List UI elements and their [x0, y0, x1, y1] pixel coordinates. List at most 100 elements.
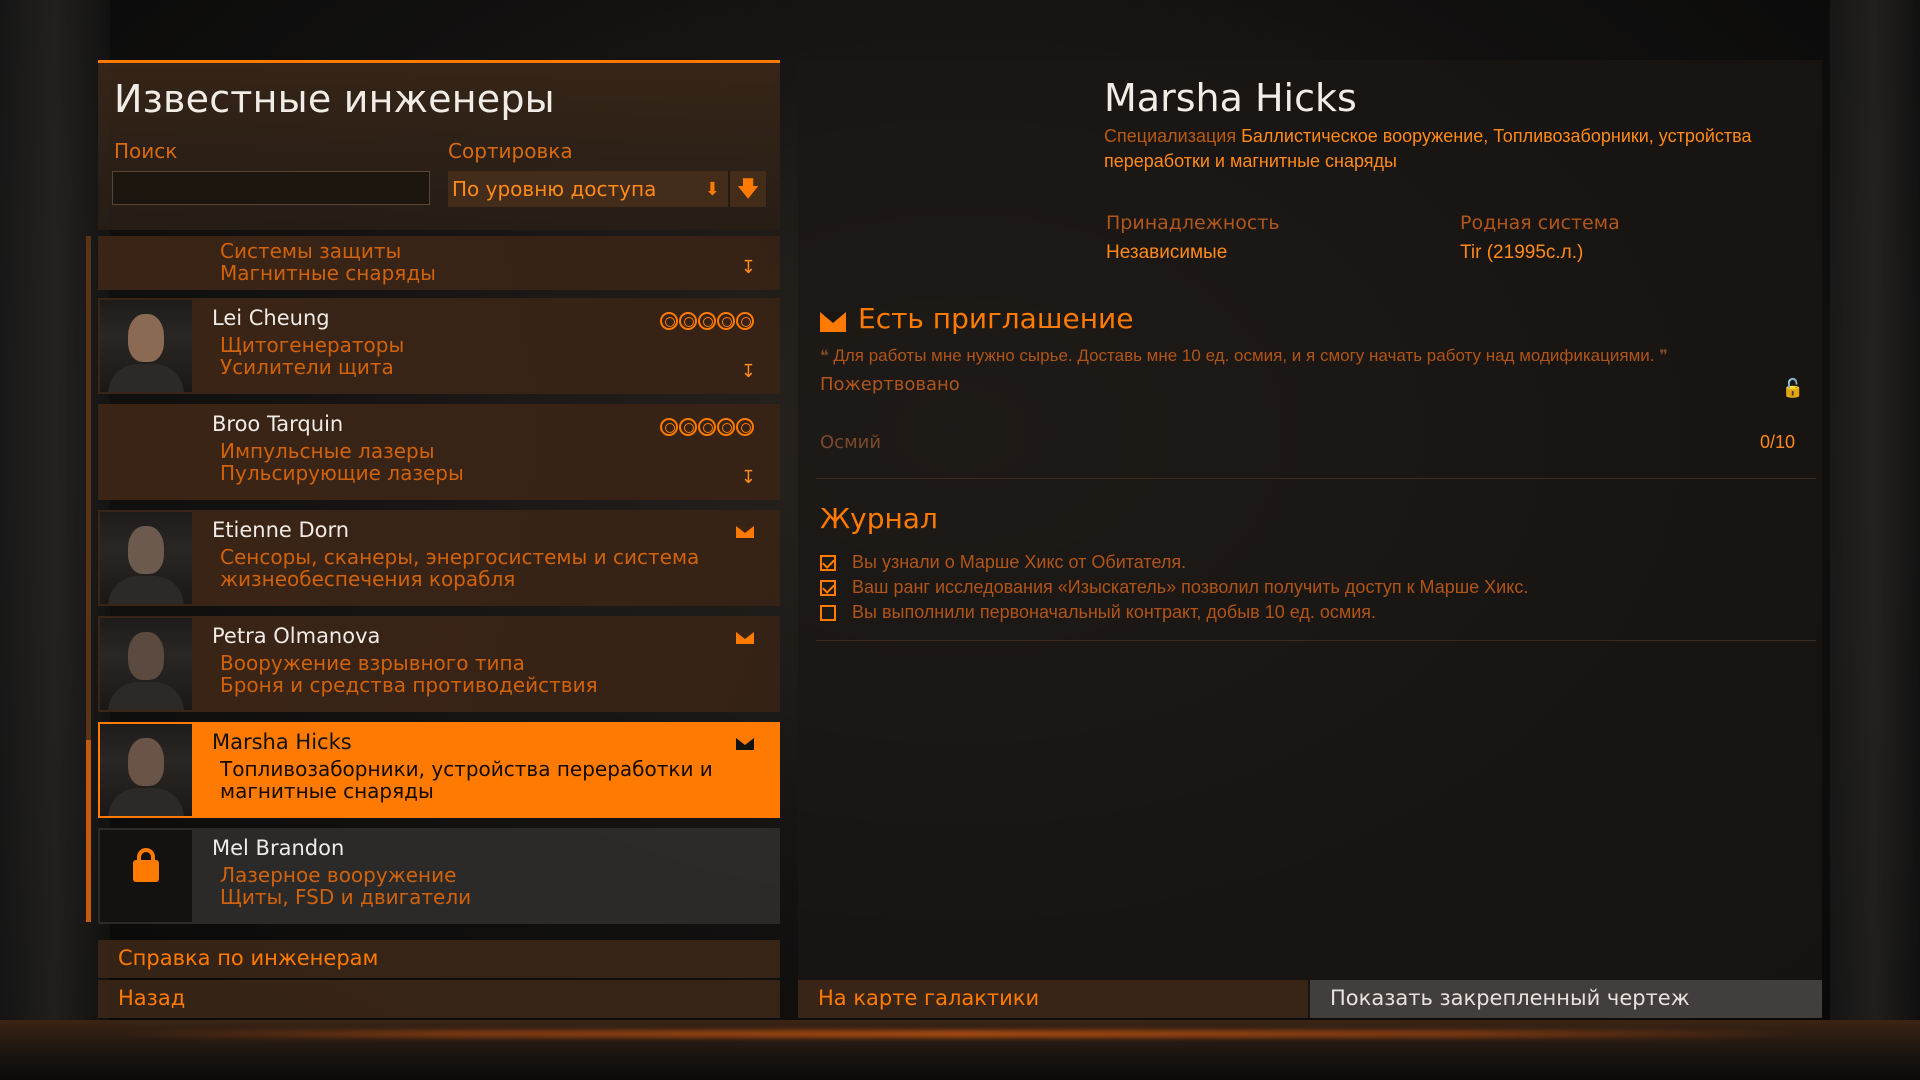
engineer-name: Marsha Hicks [1104, 76, 1357, 120]
rank-icon [679, 418, 697, 436]
portrait-shoulders [108, 788, 184, 816]
journal-title: Журнал [820, 502, 938, 535]
engineer-portrait [100, 618, 192, 710]
rank-icon [679, 312, 697, 330]
engineer-name: Marsha Hicks [212, 730, 352, 754]
sort-arrow-icon: 🡇 [736, 176, 760, 201]
affiliation-label: Принадлежность [1106, 212, 1280, 234]
mail-icon [736, 632, 754, 644]
material-name: Осмий [820, 432, 882, 453]
portrait-face [128, 526, 164, 574]
unlock-icon: 🔓 [1781, 378, 1804, 398]
mail-icon [736, 526, 754, 538]
journal-entry-text: Вы узнали о Марше Хикс от Обитателя. [852, 552, 1187, 572]
portrait-face [128, 314, 164, 362]
checkbox-icon [820, 604, 836, 621]
quote-open-icon: ❝ [820, 348, 829, 365]
engineer-name: Broo Tarquin [212, 412, 344, 436]
rank-icon [736, 312, 754, 330]
engineer-name: Mel Brandon [212, 836, 345, 860]
rank-icon [736, 418, 754, 436]
engineer-row[interactable]: Broo Tarquin Импульсные лазеры Пульсирующи… [98, 404, 780, 500]
engineer-portrait [100, 724, 192, 816]
affiliation-value: Независимые [1106, 242, 1228, 263]
engineer-specialty: жизнеобеспечения корабля [220, 567, 516, 591]
rank-icon [698, 418, 716, 436]
engineer-row[interactable]: Mel Brandon Лазерное вооружение Щиты, FSD … [98, 828, 780, 924]
engineer-row[interactable]: Lei Cheung Щитогенераторы Усилители щита ↧ [98, 298, 780, 394]
engineer-row[interactable]: Petra Olmanova Вооружение взрывного типа Б… [98, 616, 780, 712]
rank-icon [717, 418, 735, 436]
rank-icon [717, 312, 735, 330]
sort-label: Сортировка [448, 139, 573, 163]
locked-portrait [100, 830, 192, 922]
engineer-specialty: Усилители щита [220, 355, 394, 379]
material-progress: 0/10 [1760, 432, 1796, 452]
journal-entry: Вы узнали о Марше Хикс от Обитателя. [820, 552, 1186, 573]
divider [816, 478, 1816, 479]
portrait-face [128, 632, 164, 680]
galaxy-map-button[interactable]: На карте галактики [798, 980, 1308, 1018]
mail-icon [736, 738, 754, 750]
background-beam-left [0, 0, 110, 1080]
engineer-help-button[interactable]: Справка по инженерам [98, 940, 780, 978]
rank-indicator [660, 312, 754, 330]
sort-value: По уровню доступа [452, 177, 657, 201]
invitation-quote: ❝ Для работы мне нужно сырье. Доставь мн… [820, 346, 1668, 366]
invitation-title: Есть приглашение [858, 302, 1134, 335]
portrait-shoulders [108, 576, 184, 604]
divider [816, 640, 1816, 641]
engineer-portrait [100, 512, 192, 604]
checkbox-icon [820, 579, 836, 596]
portrait-shoulders [108, 682, 184, 710]
engineer-name: Petra Olmanova [212, 624, 381, 648]
rank-icon [698, 312, 716, 330]
engineer-row[interactable]: Etienne Dorn Сенсоры, сканеры, энергосист… [98, 510, 780, 606]
engineers-panel: Известные инженеры Поиск Сортировка По у… [86, 60, 780, 1018]
engineer-specialty: магнитные снаряды [220, 779, 434, 803]
engineer-detail-panel: Marsha Hicks Специализация Баллистическо… [798, 60, 1822, 1018]
mail-icon [820, 312, 846, 332]
background-beam-right [1830, 0, 1920, 1080]
chevron-down-icon: ⬇ [704, 179, 720, 200]
quote-close-icon: ❞ [1659, 348, 1668, 365]
pin-icon: ↧ [740, 257, 756, 277]
engineer-specialization: Специализация Баллистическое вооружение,… [1104, 124, 1804, 174]
pin-icon: ↧ [740, 467, 756, 487]
pin-icon: ↧ [740, 361, 756, 381]
specialization-label: Специализация [1104, 126, 1237, 146]
checkbox-icon [820, 554, 836, 571]
sort-dropdown[interactable]: По уровню доступа ⬇ [448, 171, 728, 207]
engineer-specialty: Пульсирующие лазеры [220, 461, 464, 485]
home-system-label: Родная система [1460, 212, 1620, 234]
rank-icon [660, 418, 678, 436]
engineer-specialty: Броня и средства противодействия [220, 673, 598, 697]
journal-entry: Ваш ранг исследования «Изыскатель» позво… [820, 577, 1528, 598]
engineer-portrait [100, 300, 192, 392]
sort-direction-button[interactable]: 🡇 [728, 171, 766, 207]
engineer-specialty: Магнитные снаряды [220, 261, 436, 285]
back-button[interactable]: Назад [98, 980, 780, 1018]
journal-entry-text: Вы выполнили первоначальный контракт, до… [852, 602, 1377, 622]
engineer-name: Etienne Dorn [212, 518, 350, 542]
scrollbar-thumb[interactable] [86, 740, 91, 922]
pinned-blueprint-button[interactable]: Показать закрепленный чертеж [1310, 980, 1822, 1018]
journal-entry-text: Ваш ранг исследования «Изыскатель» позво… [852, 577, 1529, 597]
search-input[interactable] [112, 171, 430, 205]
engineer-row[interactable]: Marsha Hicks Топливозаборники, устройства… [98, 722, 780, 818]
home-system-value: Tir (21995с.л.) [1460, 242, 1584, 263]
invitation-quote-text: Для работы мне нужно сырье. Доставь мне … [833, 346, 1655, 365]
engineer-name: Lei Cheung [212, 306, 330, 330]
rank-icon [660, 312, 678, 330]
background-floor [0, 1020, 1920, 1080]
engineer-row[interactable]: Системы защиты Магнитные снаряды ↧ [98, 236, 780, 290]
lock-shackle [137, 848, 155, 866]
background-glow [120, 1030, 1800, 1038]
journal-entry: Вы выполнили первоначальный контракт, до… [820, 602, 1376, 623]
page-title: Известные инженеры [114, 77, 555, 121]
portrait-shoulders [108, 364, 184, 392]
donated-label: Пожертвовано [820, 374, 960, 395]
engineer-portrait [100, 406, 192, 498]
engineers-header: Известные инженеры Поиск Сортировка По у… [98, 60, 780, 230]
rank-indicator [660, 418, 754, 436]
